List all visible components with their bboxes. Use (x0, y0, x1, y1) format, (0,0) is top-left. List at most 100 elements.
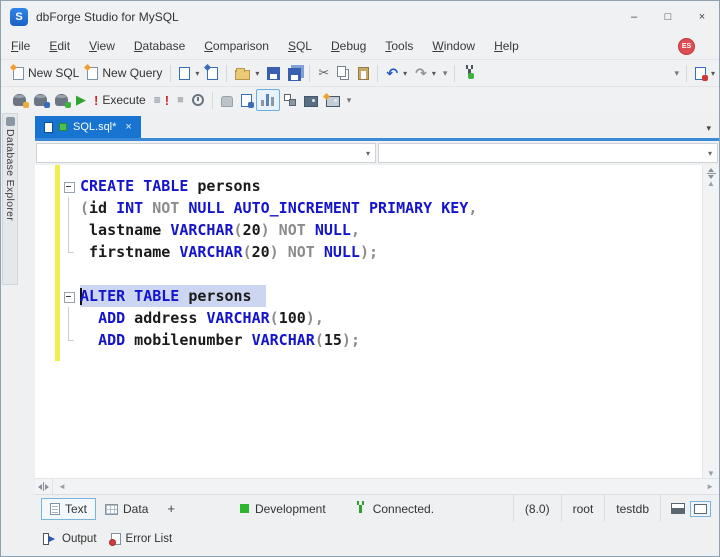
open-file-button[interactable]: ▾ (231, 62, 263, 84)
open-recent-button[interactable] (203, 62, 222, 84)
execute-button[interactable]: ! Execute (90, 89, 150, 111)
cut-button[interactable]: ✂ (314, 62, 333, 84)
export-results-button[interactable] (237, 89, 256, 111)
fold-gutter (61, 241, 77, 263)
new-query-label: New Query (102, 66, 162, 80)
new-document-icon (179, 67, 190, 80)
chevron-down-icon[interactable]: ▾ (432, 69, 436, 78)
menu-edit[interactable]: Edit (49, 39, 70, 53)
scroll-left-icon[interactable]: ◄ (53, 482, 71, 491)
close-button[interactable]: × (685, 1, 719, 33)
menu-file[interactable]: File (11, 39, 30, 53)
output-panel-button[interactable]: Output (43, 533, 97, 545)
execution-history-button[interactable] (188, 89, 208, 111)
code-line[interactable]: ADD mobilenumber VARCHAR(15); (61, 329, 701, 351)
database-explorer-label: Database Explorer (4, 129, 16, 221)
execute-current-button[interactable]: ▶ (72, 89, 90, 111)
chevron-down-icon[interactable]: ▾ (195, 69, 199, 78)
code-line[interactable]: CREATE TABLE persons (61, 175, 701, 197)
show-image-button[interactable] (300, 89, 322, 111)
code-line[interactable]: firstname VARCHAR(20) NOT NULL); (61, 241, 701, 263)
user-selector[interactable]: root (561, 495, 605, 522)
sql-editor[interactable]: CREATE TABLE persons(id INT NOT NULL AUT… (35, 165, 719, 478)
chevron-down-icon[interactable]: ▾ (711, 69, 715, 78)
query-profiler-button[interactable] (256, 89, 280, 111)
new-image-button[interactable] (322, 89, 344, 111)
code-line-text[interactable]: ADD mobilenumber VARCHAR(15); (80, 329, 360, 351)
menu-window[interactable]: Window (432, 39, 475, 53)
tab-close-icon[interactable]: × (125, 121, 131, 133)
code-area[interactable]: CREATE TABLE persons(id INT NOT NULL AUT… (61, 175, 701, 351)
split-view-icon[interactable] (671, 503, 685, 514)
maximize-button[interactable]: □ (651, 1, 685, 33)
redo-button[interactable]: ↷ ▾ (411, 62, 440, 84)
execute-script-button[interactable]: ≡! (150, 89, 173, 111)
chevron-down-icon[interactable]: ▾ (255, 69, 259, 78)
explain-plan-button[interactable] (280, 89, 300, 111)
scroll-right-icon[interactable]: ► (701, 482, 719, 491)
code-line-text[interactable]: ADD address VARCHAR(100), (80, 307, 324, 329)
splitter-handle[interactable] (35, 479, 53, 494)
toolbar-overflow-icon[interactable]: ▾ (344, 95, 355, 106)
code-line[interactable]: ADD address VARCHAR(100), (61, 307, 701, 329)
database-selector[interactable]: testdb (604, 495, 660, 522)
code-line[interactable]: lastname VARCHAR(20) NOT NULL, (61, 219, 701, 241)
splitter-handle[interactable] (707, 168, 716, 179)
code-line-text[interactable]: CREATE TABLE persons (80, 175, 261, 197)
text-view-tab[interactable]: Text (41, 498, 96, 520)
undo-button[interactable]: ↶ ▾ (382, 62, 411, 84)
menu-comparison[interactable]: Comparison (204, 39, 269, 53)
chevron-down-icon[interactable]: ▾ (403, 69, 407, 78)
tab-sql-file[interactable]: SQL.sql* × (35, 116, 141, 138)
member-dropdown[interactable]: ▾ (378, 143, 718, 163)
object-dropdown[interactable]: ▾ (36, 143, 376, 163)
edit-database-button[interactable] (9, 89, 30, 111)
refresh-database-button[interactable] (51, 89, 72, 111)
code-line[interactable] (61, 263, 701, 285)
minimize-button[interactable]: – (617, 1, 651, 33)
fold-collapse-icon[interactable] (61, 175, 77, 197)
horizontal-scrollbar[interactable]: ◄ ► (35, 478, 719, 494)
code-line-text[interactable]: firstname VARCHAR(20) NOT NULL); (80, 241, 378, 263)
paste-button[interactable] (354, 62, 373, 84)
save-button[interactable] (263, 62, 284, 84)
scroll-down-icon[interactable]: ▼ (707, 469, 715, 478)
toolbar-overflow-icon[interactable]: ▾ (671, 68, 682, 79)
menu-sql[interactable]: SQL (288, 39, 312, 53)
menu-database[interactable]: Database (134, 39, 185, 53)
new-connection-button[interactable] (459, 62, 480, 84)
save-all-button[interactable] (284, 62, 305, 84)
database-explorer-tab[interactable]: Database Explorer (2, 113, 18, 285)
tab-list-dropdown-icon[interactable]: ▾ (706, 123, 711, 134)
account-badge[interactable]: ES (678, 38, 695, 55)
new-document-button[interactable]: ▾ (175, 62, 203, 84)
vertical-scrollbar[interactable]: ▲ ▼ (702, 165, 719, 478)
code-line-text[interactable]: ALTER TABLE persons (80, 285, 266, 307)
new-image-icon (326, 96, 340, 107)
error-list-panel-button[interactable]: Error List (111, 533, 173, 545)
menu-tools[interactable]: Tools (385, 39, 413, 53)
code-line[interactable]: (id INT NOT NULL AUTO_INCREMENT PRIMARY … (61, 197, 701, 219)
fold-collapse-icon[interactable] (61, 285, 77, 307)
toolbar-overflow-icon[interactable]: ▾ (440, 68, 451, 79)
environment-selector[interactable]: Development (240, 502, 326, 516)
new-query-button[interactable]: New Query (83, 62, 166, 84)
connection-status-square-icon (59, 123, 67, 131)
save-database-button[interactable] (30, 89, 51, 111)
debug-hand-button[interactable] (217, 89, 237, 111)
add-view-button[interactable]: + (157, 501, 185, 516)
environment-square-icon (240, 504, 249, 513)
new-sql-button[interactable]: New SQL (9, 62, 83, 84)
skin-settings-button[interactable]: ▾ (691, 62, 719, 84)
menu-debug[interactable]: Debug (331, 39, 366, 53)
menu-help[interactable]: Help (494, 39, 519, 53)
data-view-tab[interactable]: Data (96, 498, 157, 520)
menu-view[interactable]: View (89, 39, 115, 53)
stop-button[interactable]: ■ (173, 89, 188, 111)
code-line[interactable]: ALTER TABLE persons (61, 285, 701, 307)
code-line-text[interactable]: (id INT NOT NULL AUTO_INCREMENT PRIMARY … (80, 197, 477, 219)
code-line-text[interactable]: lastname VARCHAR(20) NOT NULL, (80, 219, 360, 241)
copy-button[interactable] (333, 62, 354, 84)
scroll-up-icon[interactable]: ▲ (707, 179, 715, 188)
full-view-selected[interactable] (690, 501, 711, 517)
